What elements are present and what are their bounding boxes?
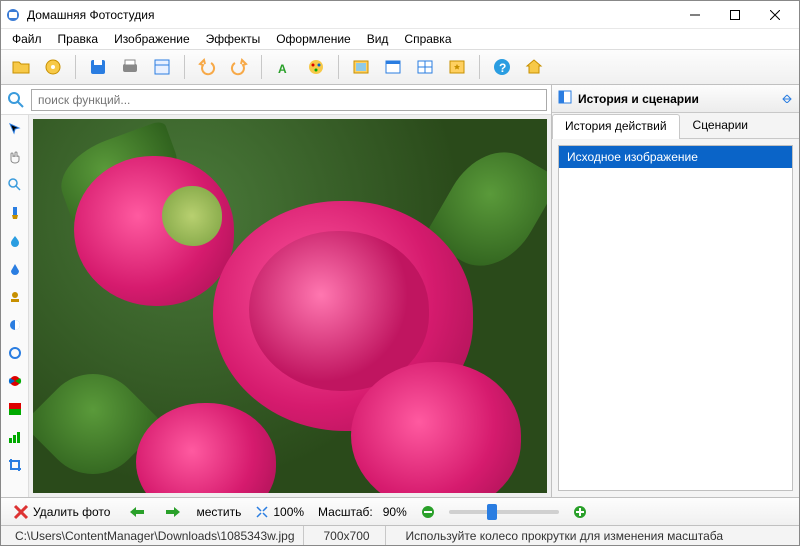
vignette-icon[interactable] bbox=[4, 343, 26, 363]
zoom-icon[interactable] bbox=[4, 175, 26, 195]
open-icon[interactable] bbox=[7, 53, 35, 81]
hand-icon[interactable] bbox=[4, 147, 26, 167]
levels-icon[interactable] bbox=[4, 427, 26, 447]
right-panel-header: История и сценарии bbox=[552, 85, 799, 113]
status-path: C:\Users\ContentManager\Downloads\108534… bbox=[7, 526, 304, 545]
crop-icon[interactable] bbox=[4, 455, 26, 475]
main-toolbar: A ? bbox=[1, 49, 799, 85]
minimize-button[interactable] bbox=[675, 2, 715, 28]
maximize-button[interactable] bbox=[715, 2, 755, 28]
right-panel-title: История и сценарии bbox=[578, 92, 699, 106]
move-label: местить bbox=[196, 505, 241, 519]
delete-photo-button[interactable]: Удалить фото bbox=[9, 502, 114, 522]
palette-icon[interactable] bbox=[302, 53, 330, 81]
save-icon[interactable] bbox=[84, 53, 112, 81]
app-icon bbox=[5, 7, 21, 23]
search-input[interactable] bbox=[31, 89, 547, 111]
pointer-icon[interactable] bbox=[4, 119, 26, 139]
zoom-value: 90% bbox=[383, 505, 407, 519]
menu-decoration[interactable]: Оформление bbox=[269, 30, 357, 48]
svg-text:A: A bbox=[278, 62, 287, 76]
delete-label: Удалить фото bbox=[33, 505, 110, 519]
settings-icon[interactable] bbox=[148, 53, 176, 81]
frame-icon[interactable] bbox=[347, 53, 375, 81]
curves-icon[interactable] bbox=[4, 399, 26, 419]
search-bar bbox=[1, 85, 551, 115]
search-icon[interactable] bbox=[5, 89, 27, 111]
star-frame-icon[interactable] bbox=[443, 53, 471, 81]
menu-effects[interactable]: Эффекты bbox=[199, 30, 268, 48]
fit-label: 100% bbox=[273, 505, 304, 519]
bottom-action-bar: Удалить фото местить 100% Масштаб: 90% bbox=[1, 497, 799, 525]
status-hint: Используйте колесо прокрутки для изменен… bbox=[398, 526, 794, 545]
calendar2-icon[interactable] bbox=[411, 53, 439, 81]
redo-icon[interactable] bbox=[225, 53, 253, 81]
help-icon[interactable]: ? bbox=[488, 53, 516, 81]
right-panel-tabs: История действий Сценарии bbox=[552, 113, 799, 139]
menu-view[interactable]: Вид bbox=[360, 30, 396, 48]
contrast-icon[interactable] bbox=[4, 315, 26, 335]
panel-icon bbox=[558, 90, 572, 107]
prev-button[interactable] bbox=[124, 503, 150, 521]
blur-icon[interactable] bbox=[4, 259, 26, 279]
canvas-viewport[interactable] bbox=[29, 115, 551, 497]
history-list: Исходное изображение bbox=[558, 145, 793, 491]
menu-image[interactable]: Изображение bbox=[107, 30, 197, 48]
zoom-in-button[interactable] bbox=[569, 503, 591, 521]
undo-icon[interactable] bbox=[193, 53, 221, 81]
collapse-icon[interactable] bbox=[781, 91, 793, 106]
title-bar: Домашняя Фотостудия bbox=[1, 1, 799, 29]
tab-scenarios[interactable]: Сценарии bbox=[680, 113, 761, 138]
fit-button[interactable]: 100% bbox=[251, 503, 308, 521]
zoom-slider[interactable] bbox=[449, 510, 559, 514]
left-toolbox bbox=[1, 115, 29, 497]
history-item[interactable]: Исходное изображение bbox=[559, 146, 792, 168]
menu-edit[interactable]: Правка bbox=[51, 30, 106, 48]
window-title: Домашняя Фотостудия bbox=[27, 8, 675, 22]
status-bar: C:\Users\ContentManager\Downloads\108534… bbox=[1, 525, 799, 545]
tab-history[interactable]: История действий bbox=[552, 114, 680, 139]
zoom-label: Масштаб: bbox=[318, 505, 373, 519]
menu-bar: Файл Правка Изображение Эффекты Оформлен… bbox=[1, 29, 799, 49]
stamp-icon[interactable] bbox=[4, 287, 26, 307]
zoom-slider-thumb[interactable] bbox=[487, 504, 497, 520]
text-icon[interactable]: A bbox=[270, 53, 298, 81]
menu-help[interactable]: Справка bbox=[397, 30, 458, 48]
status-dimensions: 700x700 bbox=[316, 526, 386, 545]
color-wheel-icon[interactable] bbox=[4, 371, 26, 391]
catalog-icon[interactable] bbox=[39, 53, 67, 81]
close-button[interactable] bbox=[755, 2, 795, 28]
home-icon[interactable] bbox=[520, 53, 548, 81]
content-area: История и сценарии История действий Сцен… bbox=[1, 85, 799, 497]
calendar-icon[interactable] bbox=[379, 53, 407, 81]
right-panel: История и сценарии История действий Сцен… bbox=[551, 85, 799, 497]
zoom-out-button[interactable] bbox=[417, 503, 439, 521]
brush-icon[interactable] bbox=[4, 203, 26, 223]
svg-text:?: ? bbox=[499, 61, 506, 75]
next-button[interactable] bbox=[160, 503, 186, 521]
menu-file[interactable]: Файл bbox=[5, 30, 49, 48]
print-icon[interactable] bbox=[116, 53, 144, 81]
drop-icon[interactable] bbox=[4, 231, 26, 251]
image-canvas bbox=[33, 119, 547, 493]
